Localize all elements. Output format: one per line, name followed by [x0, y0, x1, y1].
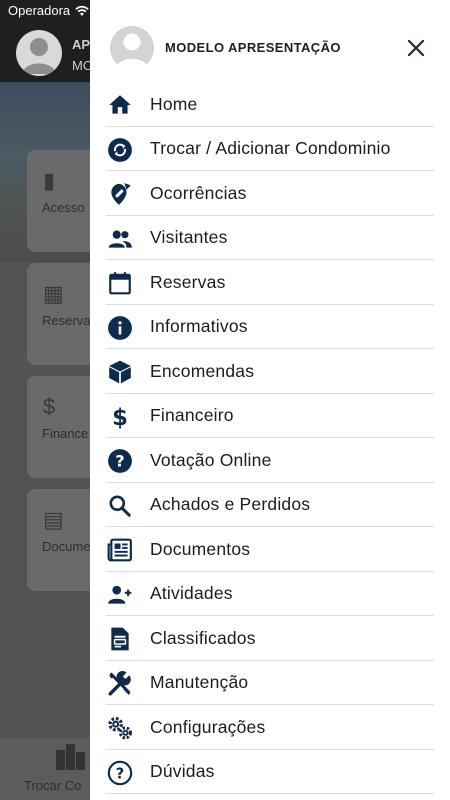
question-icon: ? [106, 447, 134, 475]
menu-item-visitantes[interactable]: Visitantes [90, 216, 450, 261]
home-icon [106, 91, 134, 119]
package-icon [106, 358, 134, 386]
menu-item-duvidas[interactable]: ? Dúvidas [90, 750, 450, 795]
menu-item-votacao-online[interactable]: ? Votação Online [90, 438, 450, 483]
menu-item-home[interactable]: Home [90, 82, 450, 127]
newspaper-icon [106, 536, 134, 564]
menu-item-ocorrencias[interactable]: Ocorrências [90, 171, 450, 216]
swap-icon [106, 136, 134, 164]
status-bar: Operadora [8, 3, 89, 18]
close-drawer-button[interactable] [404, 36, 428, 60]
gears-icon [106, 714, 134, 742]
user-name: MODELO APRESENTAÇÃO [165, 40, 341, 55]
calendar-icon: ▦ [43, 281, 64, 306]
menu-item-documentos[interactable]: Documentos [90, 527, 450, 572]
wifi-icon [75, 5, 89, 16]
user-avatar [110, 26, 154, 70]
person-add-icon [106, 581, 134, 609]
drawer-menu: Home Trocar / Adicionar Condominio Ocorr… [90, 82, 450, 794]
buildings-icon [56, 744, 85, 770]
menu-item-configuracoes[interactable]: Configurações [90, 705, 450, 750]
document-icon [106, 625, 134, 653]
menu-item-informativos[interactable]: Informativos [90, 305, 450, 350]
svg-text:$: $ [112, 405, 128, 430]
menu-item-classificados[interactable]: Classificados [90, 616, 450, 661]
people-icon [106, 225, 134, 253]
menu-item-atividades[interactable]: Atividades [90, 572, 450, 617]
drawer-header: MODELO APRESENTAÇÃO [90, 0, 450, 82]
pin-edit-icon [106, 180, 134, 208]
help-outline-icon: ? [106, 759, 134, 787]
menu-item-manutencao[interactable]: Manutenção [90, 661, 450, 706]
dollar-icon: $ [43, 394, 56, 419]
newspaper-icon: ▤ [43, 507, 64, 532]
menu-item-encomendas[interactable]: Encomendas [90, 349, 450, 394]
menu-item-trocar-condominio[interactable]: Trocar / Adicionar Condominio [90, 127, 450, 172]
carrier-label: Operadora [8, 3, 71, 18]
svg-text:?: ? [116, 765, 124, 782]
menu-item-reservas[interactable]: Reservas [90, 260, 450, 305]
dollar-icon: $ [106, 403, 134, 431]
search-icon [106, 492, 134, 520]
menu-item-financeiro[interactable]: $ Financeiro [90, 394, 450, 439]
calendar-icon [106, 269, 134, 297]
background-avatar [16, 30, 62, 76]
door-icon: ▮ [43, 168, 56, 193]
svg-text:?: ? [115, 452, 124, 471]
info-icon [106, 314, 134, 342]
navigation-drawer: MODELO APRESENTAÇÃO Home Trocar / Adicio… [90, 0, 450, 800]
close-icon [407, 39, 425, 57]
menu-item-achados-perdidos[interactable]: Achados e Perdidos [90, 483, 450, 528]
tools-icon [106, 670, 134, 698]
